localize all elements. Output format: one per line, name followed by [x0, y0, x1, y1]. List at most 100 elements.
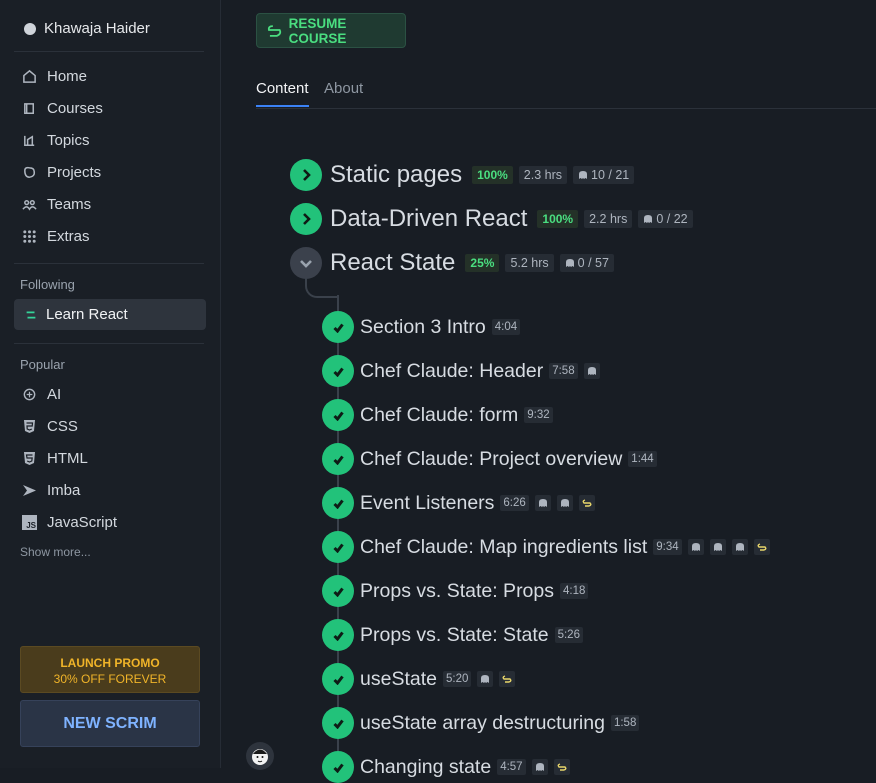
scrim-icon [499, 671, 516, 687]
ghost-icon [583, 363, 600, 379]
grid-icon [23, 229, 36, 243]
lesson-title: useState [360, 667, 437, 690]
section-title: Data-Driven React [330, 205, 528, 232]
chevron-down-icon [300, 260, 312, 268]
ghost-icon [709, 539, 726, 555]
tree-connector [305, 278, 339, 298]
sidebar-item-imba[interactable]: Imba [22, 482, 80, 499]
lesson-row[interactable]: useState array destructuring 1:58 [322, 707, 640, 739]
progress-badge: 100% [472, 166, 513, 184]
lesson-row[interactable]: Props vs. State: State 5:26 [322, 619, 583, 651]
duration-badge: 4:04 [491, 319, 521, 335]
lesson-row[interactable]: Chef Claude: Map ingredients list 9:34 [322, 531, 770, 563]
lesson-title: Chef Claude: Project overview [360, 447, 623, 470]
duration-badge: 9:34 [653, 539, 682, 555]
ghost-icon [579, 171, 588, 179]
lesson-row[interactable]: Chef Claude: form 9:32 [322, 399, 553, 431]
avatar [24, 22, 36, 35]
sidebar-item-projects[interactable]: Projects [22, 161, 101, 183]
challenges-badge: 0 / 57 [559, 254, 614, 272]
following-label: Following [20, 277, 75, 292]
completed-check [322, 487, 354, 519]
section-row[interactable]: React State 25% 5.2 hrs 0 / 57 [290, 247, 614, 279]
check-icon [332, 631, 344, 641]
expand-button[interactable] [290, 159, 322, 191]
lesson-title: Section 3 Intro [360, 315, 486, 338]
ghost-icon [644, 215, 653, 223]
promo-subtitle: 30% OFF FOREVER [53, 672, 167, 686]
lesson-title: Chef Claude: form [360, 403, 519, 426]
new-scrim-button[interactable]: NEW SCRIM [20, 700, 200, 747]
section-row[interactable]: Data-Driven React 100% 2.2 hrs 0 / 22 [290, 203, 693, 235]
sidebar-item-extras[interactable]: Extras [22, 225, 90, 247]
challenges-badge: 0 / 22 [638, 210, 693, 228]
sidebar-item-ai[interactable]: AI [22, 386, 61, 403]
duration-badge: 5:20 [442, 671, 472, 687]
scrim-icon [267, 24, 282, 37]
duration-badge: 7:58 [549, 363, 578, 379]
chevron-right-icon [303, 213, 311, 225]
show-more-link[interactable]: Show more... [20, 545, 91, 559]
ghost-icon [687, 539, 704, 555]
projects-icon [24, 166, 36, 178]
lesson-row[interactable]: Changing state 4:57 [322, 751, 570, 783]
hours-badge: 2.2 hrs [584, 210, 633, 228]
lesson-row[interactable]: Event Listeners 6:26 [322, 487, 595, 519]
javascript-icon: JS [22, 515, 37, 530]
topics-icon [24, 134, 35, 146]
lesson-row[interactable]: useState 5:20 [322, 663, 516, 695]
hours-badge: 2.3 hrs [518, 166, 568, 184]
duration-badge: 9:32 [524, 407, 553, 423]
sidebar-item-home[interactable]: Home [22, 65, 87, 87]
expand-button[interactable] [290, 203, 322, 235]
teams-icon [22, 199, 37, 211]
check-icon [332, 763, 344, 773]
sidebar-item-html[interactable]: HTML [22, 450, 88, 467]
lesson-row[interactable]: Section 3 Intro 4:04 [322, 311, 521, 343]
completed-check [322, 311, 354, 343]
check-icon [332, 323, 344, 333]
promo-title: LAUNCH PROMO [60, 656, 160, 670]
duration-badge: 4:57 [497, 759, 526, 775]
check-icon [332, 499, 344, 509]
lesson-row[interactable]: Chef Claude: Header 7:58 [322, 355, 600, 387]
section-title: React State [330, 249, 456, 276]
divider [14, 263, 204, 264]
sidebar-item-topics[interactable]: Topics [22, 129, 90, 151]
progress-badge: 100% [537, 210, 579, 228]
duration-badge: 6:26 [500, 495, 529, 511]
completed-check [322, 619, 354, 651]
tab-content[interactable]: Content [256, 80, 309, 107]
completed-check [322, 355, 354, 387]
challenges-badge: 10 / 21 [573, 166, 635, 184]
duration-badge: 5:26 [554, 627, 583, 643]
sidebar-item-teams[interactable]: Teams [22, 193, 91, 215]
lesson-title: Props vs. State: Props [360, 579, 555, 602]
check-icon [332, 411, 344, 421]
collapse-button[interactable] [290, 247, 322, 279]
lesson-title: useState array destructuring [360, 711, 605, 734]
resume-course-button[interactable]: RESUME COURSE [256, 13, 406, 48]
lesson-row[interactable]: Props vs. State: Props 4:18 [322, 575, 589, 607]
sidebar-item-courses[interactable]: Courses [22, 97, 103, 119]
section-row[interactable]: Static pages 100% 2.3 hrs 10 / 21 [290, 159, 635, 191]
scrim-icon [26, 311, 36, 318]
completed-check [322, 663, 354, 695]
sidebar-item-css[interactable]: CSS [22, 418, 78, 435]
tab-about[interactable]: About [324, 80, 363, 97]
lesson-title: Changing state [360, 755, 492, 778]
completed-check [322, 575, 354, 607]
completed-check [322, 531, 354, 563]
user-name: Khawaja Haider [44, 20, 150, 37]
check-icon [332, 543, 344, 553]
sidebar-item-learn-react[interactable]: Learn React [14, 299, 206, 330]
ai-icon [22, 387, 37, 402]
lesson-title: Props vs. State: State [360, 623, 549, 646]
sidebar-item-javascript[interactable]: JS JavaScript [22, 514, 117, 531]
user-profile[interactable]: Khawaja Haider [24, 20, 150, 37]
check-icon [332, 719, 344, 729]
avatar[interactable] [246, 742, 274, 770]
lesson-row[interactable]: Chef Claude: Project overview 1:44 [322, 443, 657, 475]
tab-bar: Content About [256, 80, 876, 109]
launch-promo-button[interactable]: LAUNCH PROMO 30% OFF FOREVER [20, 646, 200, 693]
